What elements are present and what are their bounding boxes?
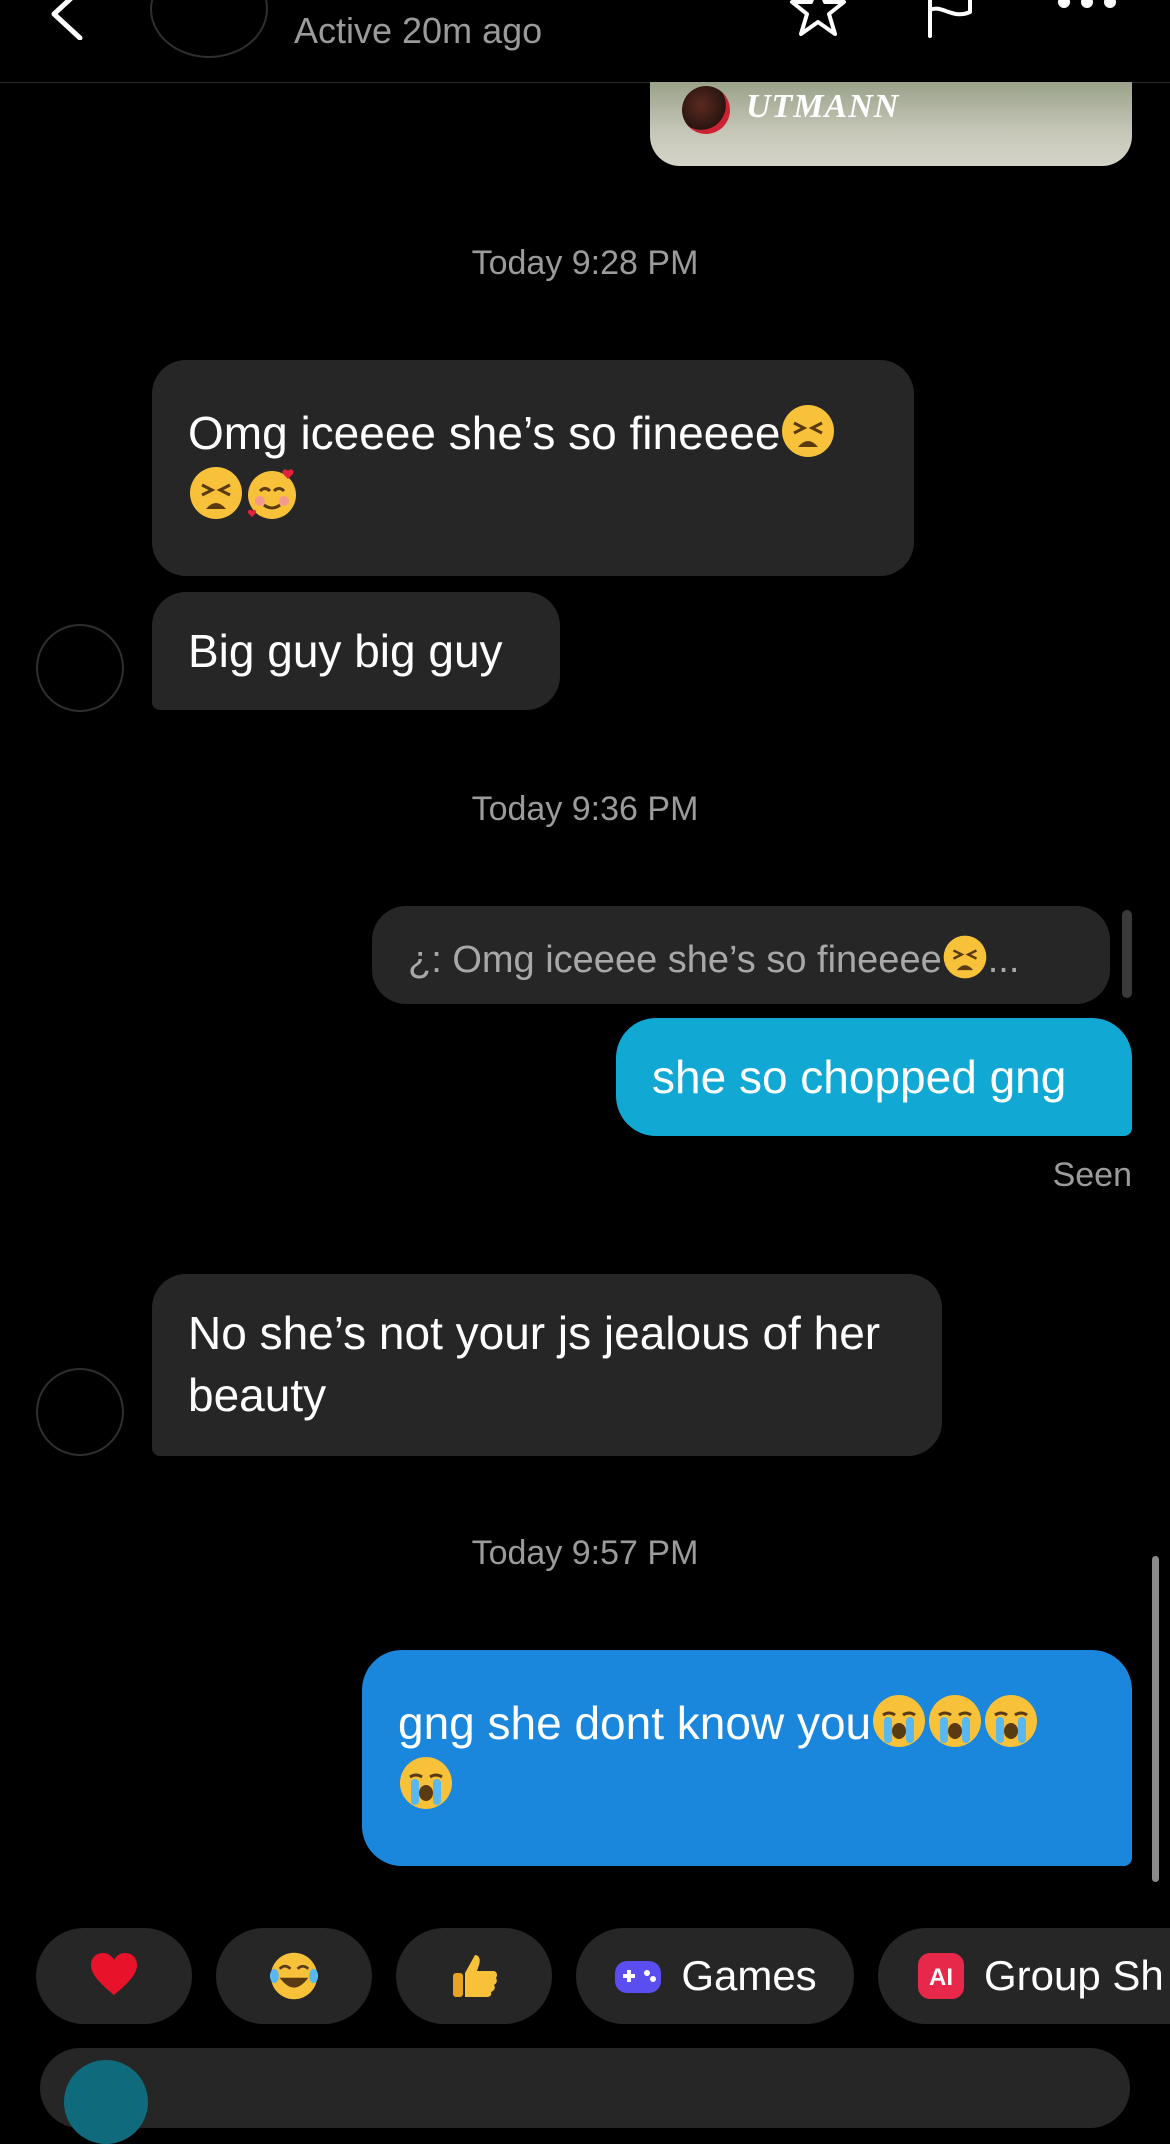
card-avatar — [682, 86, 730, 134]
crying-face-emoji-icon — [873, 1695, 926, 1747]
star-icon[interactable] — [790, 0, 846, 38]
message-text: gng she dont know you — [398, 1697, 872, 1749]
card-username: UTMANN — [746, 88, 900, 125]
scrollbar[interactable] — [1152, 1556, 1159, 1882]
shared-video-card[interactable]: UTMANN — [650, 82, 1132, 166]
ai-icon: AI — [918, 1953, 964, 1999]
laughing-emoji-icon — [269, 1952, 319, 2000]
games-button[interactable]: Games — [576, 1928, 854, 2024]
message-text: Big guy big guy — [188, 625, 503, 677]
seen-receipt: Seen — [1052, 1156, 1132, 1194]
crying-face-emoji-icon — [400, 1757, 452, 1809]
games-label: Games — [681, 1952, 817, 1999]
sender-avatar[interactable] — [36, 624, 124, 712]
active-status: Active 20m ago — [294, 10, 543, 51]
outgoing-message[interactable]: she so chopped gng — [616, 1018, 1132, 1136]
crying-face-emoji-icon — [985, 1695, 1038, 1747]
timestamp: Today 9:57 PM — [471, 1534, 699, 1572]
thumbs-up-icon — [453, 1955, 497, 1997]
incoming-message[interactable]: Big guy big guy — [152, 592, 560, 710]
tired-face-emoji-icon — [943, 935, 987, 979]
incoming-message[interactable]: No she’s not your js jealous of her beau… — [152, 1274, 942, 1456]
avatar[interactable] — [150, 0, 268, 58]
svg-text:AI: AI — [929, 1964, 953, 1991]
message-text: Omg iceeee she’s so fineeee — [188, 407, 781, 459]
flag-icon[interactable] — [922, 0, 978, 38]
thumbs-up-reaction-button[interactable] — [396, 1928, 552, 2024]
more-icon[interactable] — [1052, 0, 1122, 22]
timestamp: Today 9:36 PM — [471, 790, 699, 828]
timestamp: Today 9:28 PM — [471, 244, 699, 282]
incoming-message[interactable]: Omg iceeee she’s so fineeee — [152, 360, 914, 576]
tired-face-emoji-icon — [782, 405, 835, 457]
message-text: she so chopped gng — [652, 1051, 1067, 1103]
chat-header: Active 20m ago — [0, 0, 1170, 83]
message-text: No she’s not your js jealous of her beau… — [188, 1307, 881, 1421]
reply-text: ¿: Omg iceeee she’s so fineeee — [408, 939, 942, 981]
sender-avatar[interactable] — [36, 1368, 124, 1456]
laugh-reaction-button[interactable] — [216, 1928, 372, 2024]
back-icon[interactable] — [40, 0, 100, 40]
reply-ellipsis: ... — [987, 939, 1020, 981]
group-share-button[interactable]: AI Group Sh — [878, 1928, 1170, 2024]
message-composer[interactable] — [40, 2048, 1130, 2128]
tired-face-emoji-icon — [190, 467, 242, 519]
reply-preview[interactable]: ¿: Omg iceeee she’s so fineeee... — [372, 906, 1110, 1004]
heart-icon — [91, 1953, 137, 1995]
reply-indicator-bar — [1122, 910, 1132, 998]
gamepad-icon — [615, 1961, 662, 1993]
group-share-label: Group Sh — [984, 1952, 1164, 1999]
outgoing-message[interactable]: gng she dont know you — [362, 1650, 1132, 1866]
smiling-hearts-emoji-icon — [247, 469, 296, 519]
camera-button[interactable] — [64, 2060, 148, 2144]
crying-face-emoji-icon — [929, 1695, 982, 1747]
heart-reaction-button[interactable] — [36, 1928, 192, 2024]
